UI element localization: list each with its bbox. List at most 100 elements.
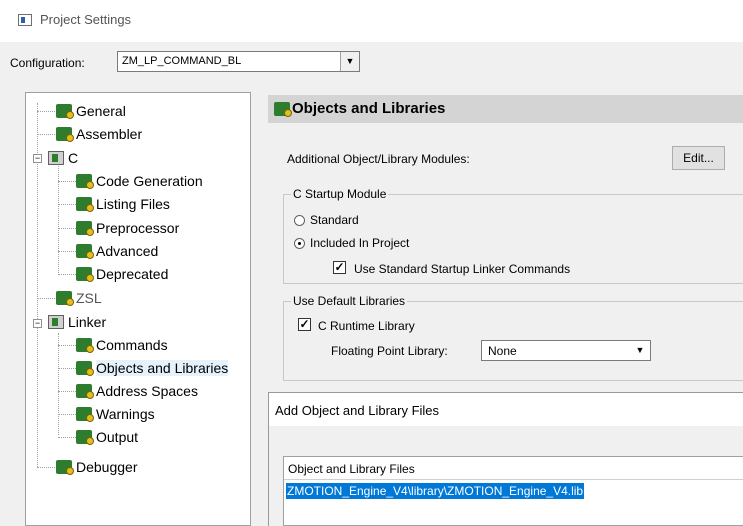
c-runtime-library-label[interactable]: C Runtime Library — [318, 319, 415, 333]
window-title: Project Settings — [40, 12, 132, 27]
settings-gear-icon — [274, 102, 292, 117]
settings-gear-icon — [76, 267, 94, 282]
tree-item-label: Debugger — [76, 459, 138, 475]
standard-radio[interactable] — [294, 215, 305, 226]
settings-gear-icon — [76, 197, 94, 212]
tree-item-label: Commands — [96, 337, 168, 353]
settings-gear-icon — [76, 384, 94, 399]
floating-point-library-select[interactable]: None ▼ — [481, 340, 651, 361]
standard-radio-label[interactable]: Standard — [310, 213, 359, 227]
app-window-icon — [18, 14, 32, 26]
list-item-selected[interactable]: ZMOTION_Engine_V4\library\ZMOTION_Engine… — [286, 483, 585, 499]
tree-item-label: Output — [96, 429, 139, 445]
files-list-header[interactable]: Object and Library Files — [284, 457, 743, 480]
tree-connector — [58, 274, 76, 275]
folder-icon — [48, 151, 64, 165]
startup-module-group-title: C Startup Module — [291, 187, 389, 201]
folder-icon — [48, 315, 64, 329]
edit-button[interactable]: Edit... — [672, 146, 725, 170]
settings-tree[interactable]: − − General Assembler C Code Generation … — [25, 92, 251, 526]
settings-gear-icon — [76, 221, 94, 236]
tree-item-warnings[interactable]: Warnings — [76, 404, 155, 424]
tree-connector — [58, 414, 76, 415]
settings-gear-icon — [76, 174, 94, 189]
use-startup-linker-commands-checkbox[interactable]: ✓ — [333, 261, 346, 274]
tree-connector — [58, 181, 76, 182]
tree-item-address-spaces[interactable]: Address Spaces — [76, 381, 198, 401]
tree-item-debugger[interactable]: Debugger — [56, 457, 138, 477]
dialog-titlebar[interactable]: Add Object and Library Files — [269, 393, 743, 426]
configuration-label: Configuration: — [10, 56, 85, 70]
tree-connector — [58, 391, 76, 392]
tree-item-label: Code Generation — [96, 173, 203, 189]
tree-item-linker[interactable]: Linker — [48, 312, 106, 332]
tree-connector — [58, 251, 76, 252]
tree-item-label: Address Spaces — [96, 383, 198, 399]
tree-connector — [37, 111, 55, 112]
files-list-header-label: Object and Library Files — [288, 462, 415, 476]
tree-item-deprecated[interactable]: Deprecated — [76, 264, 168, 284]
tree-item-objects-and-libraries[interactable]: Objects and Libraries — [76, 358, 229, 378]
tree-item-advanced[interactable]: Advanced — [76, 241, 158, 261]
tree-item-general[interactable]: General — [56, 101, 126, 121]
tree-connector — [58, 368, 76, 369]
tree-item-label: Warnings — [96, 406, 155, 422]
files-list[interactable]: Object and Library Files ZMOTION_Engine_… — [283, 456, 743, 526]
included-in-project-label[interactable]: Included In Project — [310, 236, 409, 250]
tree-item-label: Assembler — [76, 126, 143, 142]
tree-connector — [37, 134, 55, 135]
floating-point-library-value: None — [488, 344, 517, 358]
tree-item-code-generation[interactable]: Code Generation — [76, 171, 203, 191]
tree-item-commands[interactable]: Commands — [76, 335, 168, 355]
tree-item-label: Deprecated — [96, 266, 169, 282]
tree-item-label: Listing Files — [96, 196, 170, 212]
collapse-icon[interactable]: − — [33, 154, 42, 163]
tree-item-output[interactable]: Output — [76, 427, 138, 447]
dialog-title: Add Object and Library Files — [275, 403, 440, 418]
tree-item-label: C — [68, 150, 79, 166]
tree-connector — [58, 204, 76, 205]
tree-item-preprocessor[interactable]: Preprocessor — [76, 218, 179, 238]
tree-item-label: Linker — [68, 314, 107, 330]
window-titlebar[interactable]: Project Settings — [0, 0, 743, 42]
add-files-dialog[interactable]: Add Object and Library Files Object and … — [268, 392, 743, 526]
tree-connector — [58, 163, 59, 273]
tree-item-assembler[interactable]: Assembler — [56, 124, 142, 144]
settings-gear-icon — [56, 127, 74, 142]
tree-item-listing-files[interactable]: Listing Files — [76, 194, 170, 214]
settings-gear-icon — [76, 407, 94, 422]
floating-point-library-label: Floating Point Library: — [331, 344, 448, 358]
configuration-select[interactable]: ZM_LP_COMMAND_BL ▼ — [117, 51, 360, 72]
settings-gear-icon — [76, 244, 94, 259]
tree-item-zsl[interactable]: ZSL — [56, 288, 102, 308]
collapse-icon[interactable]: − — [33, 319, 42, 328]
tree-item-c[interactable]: C — [48, 148, 78, 168]
settings-gear-icon — [76, 361, 94, 376]
tree-item-label: Objects and Libraries — [96, 360, 229, 376]
settings-gear-icon — [56, 291, 74, 306]
tree-item-label: ZSL — [76, 290, 102, 306]
default-libraries-group-title: Use Default Libraries — [291, 294, 408, 308]
tree-connector — [58, 333, 59, 435]
tree-item-label: Advanced — [96, 243, 159, 259]
tree-connector — [58, 228, 76, 229]
tree-item-label: Preprocessor — [96, 220, 180, 236]
configuration-value: ZM_LP_COMMAND_BL — [122, 55, 242, 67]
included-in-project-radio[interactable] — [294, 238, 305, 249]
tree-item-label: General — [76, 103, 126, 119]
tree-connector — [58, 345, 76, 346]
chevron-down-icon[interactable]: ▼ — [340, 52, 359, 71]
tree-connector — [37, 467, 55, 468]
settings-gear-icon — [76, 338, 94, 353]
c-runtime-library-checkbox[interactable]: ✓ — [298, 318, 311, 331]
settings-gear-icon — [76, 430, 94, 445]
settings-gear-icon — [56, 460, 74, 475]
page-title: Objects and Libraries — [292, 100, 446, 117]
use-startup-linker-commands-label[interactable]: Use Standard Startup Linker Commands — [354, 262, 570, 276]
chevron-down-icon[interactable]: ▼ — [632, 342, 648, 359]
page-header: Objects and Libraries — [268, 95, 743, 123]
additional-modules-label: Additional Object/Library Modules: — [287, 152, 470, 166]
tree-connector — [58, 437, 76, 438]
tree-connector — [37, 298, 55, 299]
settings-gear-icon — [56, 104, 74, 119]
